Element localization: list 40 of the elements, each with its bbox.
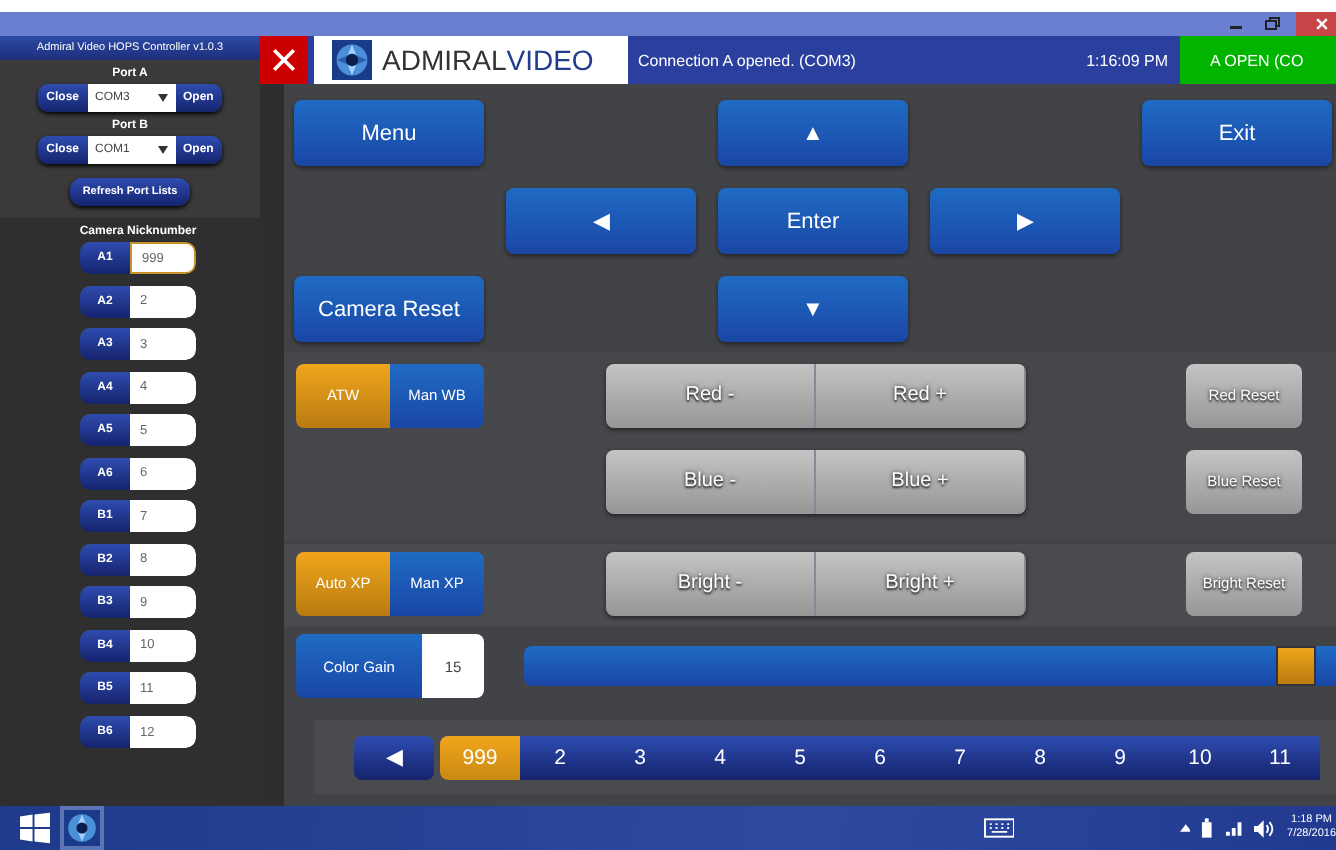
taskbar-app-icon[interactable]	[60, 806, 104, 850]
keyboard-icon[interactable]	[983, 818, 1015, 838]
restore-icon[interactable]	[1260, 14, 1284, 34]
previous-button[interactable]: ◀	[354, 735, 434, 779]
status-time: 1:16:09 PM	[1084, 49, 1170, 73]
camera-tab[interactable]: 10	[1160, 735, 1240, 779]
close-icon	[1314, 16, 1330, 32]
exit-button[interactable]: Exit	[1142, 100, 1332, 166]
camera-tab[interactable]: 8	[1000, 735, 1080, 779]
camera-tab[interactable]: 7	[920, 735, 1000, 779]
close-button[interactable]	[1296, 12, 1336, 36]
dropdown-caret-icon	[157, 94, 167, 102]
connection-status: A OPEN (CO	[1180, 36, 1336, 84]
enter-button[interactable]: Enter	[718, 188, 908, 254]
signal-icon[interactable]	[1226, 820, 1244, 836]
camera-tab[interactable]: 11	[1240, 735, 1320, 779]
camera-tab[interactable]: 4	[680, 735, 760, 779]
status-message: Connection A opened. (COM3)	[636, 49, 858, 74]
right-button[interactable]: ▶	[930, 188, 1120, 254]
tray-caret-icon[interactable]	[1179, 824, 1191, 832]
color-gain-slider[interactable]	[524, 646, 1336, 686]
logo: ADMIRALVIDEO	[314, 36, 628, 84]
camera-tab[interactable]: 5	[760, 735, 840, 779]
windows-start-icon[interactable]	[20, 812, 51, 844]
up-button[interactable]: ▲	[718, 100, 908, 166]
camera-tab[interactable]: 2	[520, 735, 600, 779]
camera-reset-button[interactable]: Camera Reset	[294, 276, 484, 342]
left-button[interactable]: ◀	[506, 188, 696, 254]
camera-tab[interactable]: 6	[840, 735, 920, 779]
down-button[interactable]: ▼	[718, 276, 908, 342]
aperture-icon	[332, 40, 372, 80]
battery-icon[interactable]	[1200, 818, 1217, 838]
camera-tab[interactable]: 9	[1080, 735, 1160, 779]
close-icon	[270, 46, 298, 74]
slider-thumb[interactable]	[1276, 646, 1317, 686]
menu-button[interactable]: Menu	[294, 100, 484, 166]
dropdown-caret-icon	[157, 146, 167, 154]
close-button[interactable]	[260, 36, 308, 84]
speaker-icon[interactable]	[1253, 819, 1274, 837]
camera-tab[interactable]: 3	[600, 735, 680, 779]
